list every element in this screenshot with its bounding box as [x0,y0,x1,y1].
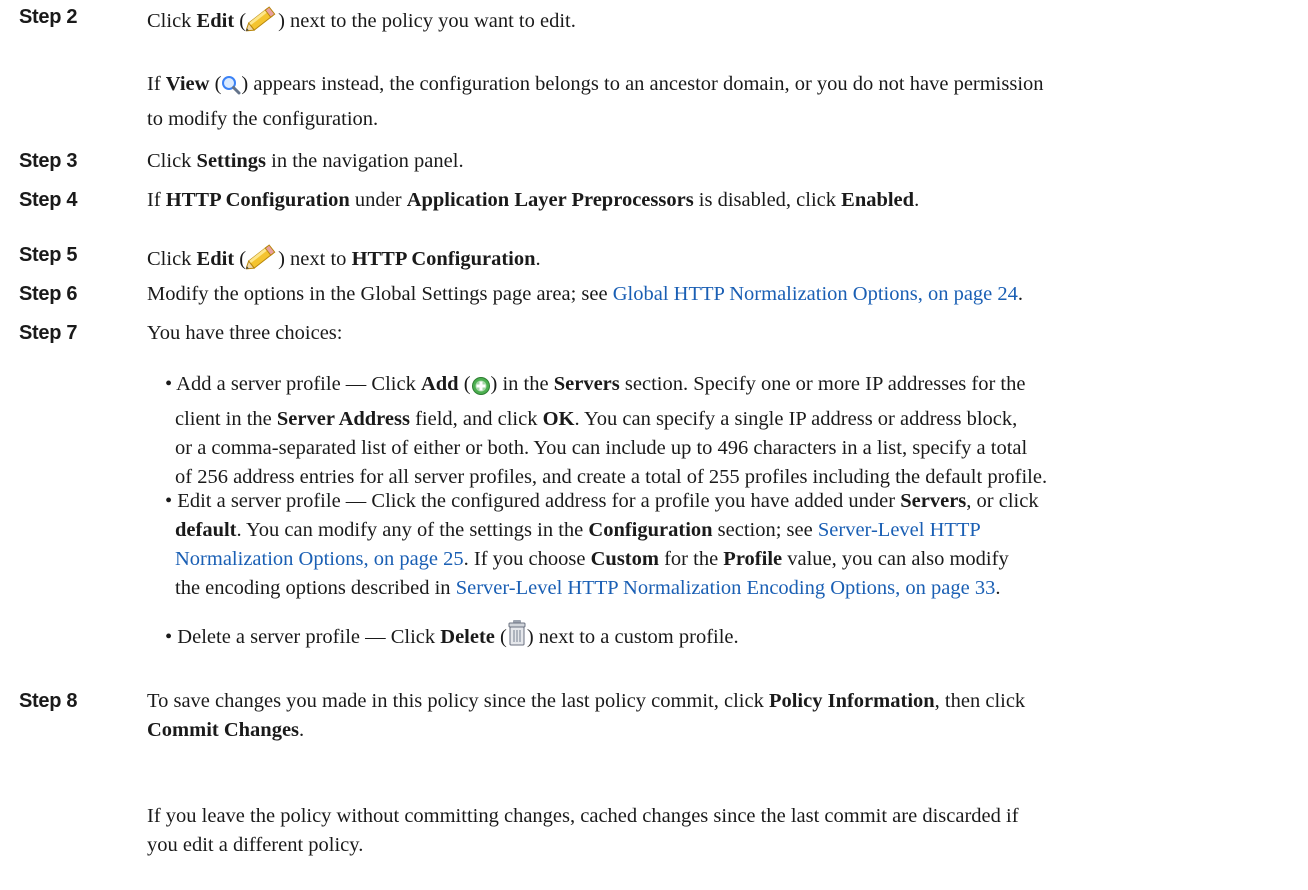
step-label: Step 4 [19,189,78,211]
step-5-text: Click Edit () next to HTTP Configuration… [147,241,1298,280]
step-label: Step 6 [19,283,78,305]
bullet-edit-server-profile: • Edit a server profile — Click the conf… [165,490,1039,599]
step-label: Step 2 [19,6,78,28]
pencil-edit-icon[interactable] [245,241,278,280]
server-level-options-link-cont[interactable]: Normalization Options, on page 25 [175,548,464,570]
step-label: Step 8 [19,690,78,712]
step-7-text: You have three choices: [147,322,343,344]
step-8-note: If you leave the policy without committi… [147,805,1019,856]
magnifier-view-icon[interactable] [221,74,241,105]
step-3-text: Click Settings in the navigation panel. [147,150,464,172]
step-label: Step 3 [19,150,78,172]
step-6-text: Modify the options in the Global Setting… [147,283,1024,305]
step-2-note: If View () appears instead, the configur… [147,73,1044,130]
trash-delete-icon[interactable] [507,619,527,656]
step-label: Step 5 [19,244,78,266]
bullet-add-server-profile: • Add a server profile — Click Add () in… [165,373,1048,488]
bullet-delete-server-profile: • Delete a server profile — Click Delete… [165,619,1298,656]
encoding-options-link[interactable]: Server-Level HTTP Normalization Encoding… [456,577,996,599]
step-label: Step 7 [19,322,78,344]
add-plus-icon[interactable] [471,376,491,405]
global-http-options-link[interactable]: Global HTTP Normalization Options, on pa… [613,283,1018,305]
step-4-text: If HTTP Configuration under Application … [147,189,920,211]
server-level-options-link[interactable]: Server-Level HTTP [818,519,981,541]
step-2-text: Click Edit () next to the policy you wan… [147,3,1298,42]
step-8-text: To save changes you made in this policy … [147,690,1026,741]
pencil-edit-icon[interactable] [245,3,278,42]
